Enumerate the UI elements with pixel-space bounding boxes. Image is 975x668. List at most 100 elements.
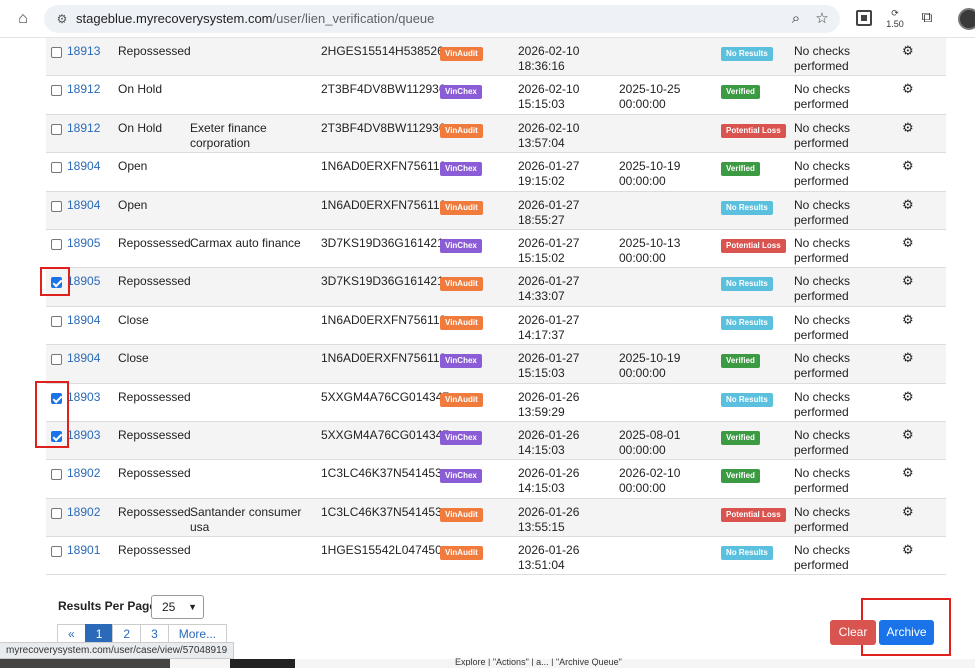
gear-icon[interactable]: ⚙	[902, 389, 914, 404]
case-id-link[interactable]: 18904	[67, 198, 100, 213]
checks-status: No checks performed	[794, 274, 851, 304]
gear-icon[interactable]: ⚙	[902, 81, 914, 96]
gear-icon[interactable]: ⚙	[902, 120, 914, 135]
pagination-link[interactable]: 3	[140, 624, 169, 644]
extension-version-badge[interactable]: ⟳ 1.50	[884, 8, 906, 30]
vin: 1N6AD0ERXFN756119	[321, 197, 447, 212]
case-id-link[interactable]: 18902	[67, 505, 100, 520]
table-row: 18903 Repossessed 5XXGM4A76CG014347 VinChex…	[46, 421, 946, 461]
chevron-down-icon: ▼	[188, 602, 197, 612]
case-id-link[interactable]: 18905	[67, 236, 100, 251]
row-checkbox[interactable]	[51, 85, 62, 97]
case-status: Repossessed	[118, 274, 191, 289]
case-id-link[interactable]: 18901	[67, 543, 100, 558]
row-checkbox[interactable]	[51, 315, 62, 327]
case-id-link[interactable]: 18904	[67, 159, 100, 174]
table-row: 18901 Repossessed 1HGES15542L047450 VinAudi…	[46, 537, 946, 576]
case-id-link[interactable]: 18902	[67, 466, 100, 481]
checked-date: 2026-01-27 14:17:37	[518, 312, 580, 342]
lienholder: Carmax auto finance	[190, 235, 301, 250]
pagination-link[interactable]: 2	[112, 624, 142, 644]
gear-icon[interactable]: ⚙	[902, 158, 914, 173]
table-row: 18904 Close 1N6AD0ERXFN756119 VinAudit 2026-…	[46, 306, 946, 346]
row-checkbox[interactable]	[51, 47, 62, 58]
gear-icon[interactable]: ⚙	[902, 350, 914, 365]
gear-icon[interactable]: ⚙	[902, 427, 914, 442]
gear-icon[interactable]: ⚙	[902, 273, 914, 288]
lien-verification-table: 18913 Repossessed 2HGES15514H538526 VinAudi…	[46, 38, 946, 576]
case-status: Repossessed	[118, 466, 191, 481]
home-icon[interactable]: ⌂	[12, 8, 34, 30]
case-status: Repossessed	[118, 235, 191, 250]
gear-icon[interactable]: ⚙	[902, 312, 914, 327]
result-badge: Potential Loss	[721, 238, 786, 253]
qr-extension-icon[interactable]	[856, 10, 872, 26]
checks-status: No checks performed	[794, 235, 851, 265]
gear-icon[interactable]: ⚙	[902, 504, 914, 519]
pagination-link[interactable]: More...	[167, 624, 228, 644]
clear-button[interactable]: Clear	[830, 620, 876, 645]
archive-button[interactable]: Archive	[879, 620, 934, 645]
checked-date: 2026-01-26 14:15:03	[518, 466, 580, 496]
pagination-prev[interactable]: «	[57, 624, 86, 644]
row-checkbox[interactable]	[51, 469, 62, 481]
site-info-icon[interactable]: ⚙	[54, 11, 70, 27]
row-checkbox[interactable]	[51, 354, 62, 366]
table-row: 18904 Open 1N6AD0ERXFN756119 VinChex 2026-01…	[46, 153, 946, 192]
lien-date: 2026-02-10 00:00:00	[619, 466, 681, 496]
extensions-puzzle-icon[interactable]: ⧉	[918, 9, 936, 27]
address-bar[interactable]: ⚙ stageblue.myrecoverysystem.com/user/li…	[44, 5, 840, 33]
profile-avatar[interactable]	[958, 8, 975, 30]
checks-status: No checks performed	[794, 312, 851, 342]
row-checkbox[interactable]	[51, 162, 62, 174]
pagination-link[interactable]: 1	[84, 624, 114, 644]
case-id-link[interactable]: 18913	[67, 44, 100, 59]
checked-date: 2026-01-27 15:15:02	[518, 235, 580, 265]
result-badge: No Results	[721, 315, 773, 330]
case-id-link[interactable]: 18905	[67, 274, 100, 289]
gear-icon[interactable]: ⚙	[902, 542, 914, 557]
gear-icon[interactable]: ⚙	[902, 43, 914, 58]
checked-date: 2026-01-26 13:55:15	[518, 504, 580, 534]
gear-icon[interactable]: ⚙	[902, 465, 914, 480]
results-per-page-select[interactable]: 25 ▼	[151, 595, 204, 619]
result-badge: No Results	[721, 277, 773, 292]
provider-badge: VinAudit	[440, 123, 483, 138]
row-checkbox[interactable]	[51, 123, 62, 135]
zoom-icon[interactable]: ⌕	[786, 9, 806, 29]
vin: 1HGES15542L047450	[321, 543, 442, 558]
case-id-link[interactable]: 18904	[67, 313, 100, 328]
lienholder: Exeter finance corporation	[190, 120, 267, 150]
provider-badge: VinAudit	[440, 47, 483, 61]
lien-date: 2025-10-19 00:00:00	[619, 159, 681, 189]
taskbar-text: Explore | "Actions" | a... | "Archive Qu…	[455, 657, 622, 666]
checked-date: 2026-02-10 13:57:04	[518, 120, 580, 150]
vin: 3D7KS19D36G161421	[321, 274, 444, 289]
table-row: 18912 On Hold Exeter finance corporation 2T…	[46, 114, 946, 154]
row-checkbox[interactable]	[51, 507, 62, 519]
case-status: Open	[118, 197, 148, 212]
gear-icon[interactable]: ⚙	[902, 197, 914, 212]
bookmark-star-icon[interactable]: ☆	[812, 9, 832, 29]
provider-badge: VinAudit	[440, 277, 483, 292]
case-id-link[interactable]: 18903	[67, 428, 100, 443]
case-id-link[interactable]: 18912	[67, 121, 100, 136]
gear-icon[interactable]: ⚙	[902, 235, 914, 250]
checked-date: 2026-02-10 18:36:16	[518, 44, 580, 73]
case-status: Open	[118, 159, 148, 174]
checked-date: 2026-01-27 14:33:07	[518, 274, 580, 304]
case-id-link[interactable]: 18912	[67, 82, 100, 97]
table-row: 18912 On Hold 2T3BF4DV8BW112936 VinChex 2026…	[46, 76, 946, 115]
case-id-link[interactable]: 18903	[67, 390, 100, 405]
provider-badge: VinChex	[440, 162, 482, 177]
checks-status: No checks performed	[794, 351, 851, 381]
provider-badge: VinChex	[440, 354, 482, 369]
row-checkbox[interactable]	[51, 546, 62, 558]
case-id-link[interactable]: 18904	[67, 351, 100, 366]
case-status: Repossessed	[118, 427, 191, 442]
url-text[interactable]: stageblue.myrecoverysystem.com/user/lien…	[76, 11, 434, 26]
checks-status: No checks performed	[794, 543, 851, 573]
row-checkbox[interactable]	[51, 238, 62, 250]
case-status: Repossessed	[118, 504, 191, 519]
row-checkbox[interactable]	[51, 200, 62, 212]
